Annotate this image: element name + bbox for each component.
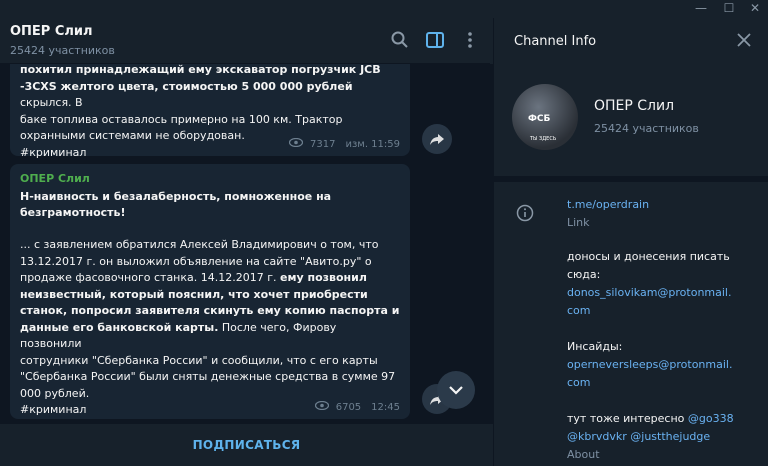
views-icon xyxy=(288,137,306,150)
message-text: ... с заявлением обратился Алексей Влади… xyxy=(20,238,379,251)
share-button[interactable] xyxy=(422,124,452,154)
message-text-bold: ему позвонил xyxy=(280,271,367,284)
share-arrow-icon xyxy=(430,134,444,145)
channel-info-panel: Channel Info ФСБ ТЫ ЗДЕСЬ ОПЕР Слил 2542… xyxy=(493,18,768,466)
maximize-button[interactable]: ☐ xyxy=(718,0,740,18)
message-author[interactable]: ОПЕР Слил xyxy=(20,172,400,185)
description-text: Инсайды: xyxy=(567,340,623,353)
about-label: About xyxy=(567,448,600,461)
view-count: 7317 xyxy=(310,139,336,150)
divider xyxy=(494,176,768,182)
info-icon xyxy=(516,204,534,222)
message-text: станок, попросил заявителя скинуть ему к… xyxy=(20,304,400,317)
search-icon[interactable] xyxy=(390,30,410,50)
message-meta: 6705 12:45 xyxy=(314,400,400,413)
avatar-caption: ТЫ ЗДЕСЬ xyxy=(530,136,557,142)
message-text: данные его банковской карты. После чего,… xyxy=(20,320,400,353)
channel-link[interactable]: t.me/operdrain xyxy=(567,196,762,214)
panel-title: Channel Info xyxy=(514,34,597,49)
sidebar-toggle-icon[interactable] xyxy=(425,30,445,50)
email-link[interactable]: donos_silovikam@protonmail. xyxy=(567,284,762,302)
channel-description: доносы и донесения писать сюда: donos_si… xyxy=(567,248,762,464)
message-headline: Н-наивность и безалаберность, помноженно… xyxy=(20,189,400,221)
chat-title[interactable]: ОПЕР Слил xyxy=(10,24,93,39)
message-text-regular: продаже фасовочного станка. 14.12.2017 г… xyxy=(20,271,281,284)
message-text: 000 рублей. xyxy=(20,386,90,400)
message-time: изм. 11:59 xyxy=(345,139,400,150)
close-window-button[interactable]: ✕ xyxy=(744,0,766,18)
description-text: тут тоже интересно xyxy=(567,412,688,425)
views-icon xyxy=(314,400,332,413)
more-menu-icon[interactable] xyxy=(460,30,480,50)
subscribe-button[interactable]: ПОДПИСАТЬСЯ xyxy=(0,424,493,466)
message-bubble[interactable]: похитил принадлежащий ему экскаватор пог… xyxy=(10,64,410,159)
chat-member-count: 25424 участников xyxy=(10,44,115,57)
minimize-button[interactable]: — xyxy=(690,0,712,18)
description-line: тут тоже интересно @go338 xyxy=(567,410,762,428)
channel-link-section: t.me/operdrain Link xyxy=(567,196,762,232)
message-text: сотрудники "Сбербанка России" и сообщили… xyxy=(20,353,378,367)
message-list[interactable]: похитил принадлежащий ему экскаватор пог… xyxy=(0,64,493,424)
message-text-bold: данные его банковской карты. xyxy=(20,320,219,334)
email-link[interactable]: operneversleeps@protonmail. xyxy=(567,356,762,374)
link-label: Link xyxy=(567,216,590,229)
channel-avatar[interactable]: ФСБ ТЫ ЗДЕСЬ xyxy=(512,84,578,150)
description-text: сюда: xyxy=(567,268,601,281)
handle-link[interactable]: @kbrvdvkr xyxy=(567,430,627,443)
headline-line: Н-наивность и безалаберность, помноженно… xyxy=(20,190,332,203)
handle-link[interactable]: @go338 xyxy=(688,412,734,425)
description-line: @kbrvdvkr @justthejudge xyxy=(567,428,762,446)
scroll-to-bottom-button[interactable] xyxy=(437,371,475,409)
email-link[interactable]: com xyxy=(567,302,762,320)
message-time: 12:45 xyxy=(371,402,400,413)
avatar-text: ФСБ xyxy=(528,114,551,124)
message-text-regular: скрылся. В xyxy=(20,96,83,109)
channel-member-count: 25424 участников xyxy=(594,122,699,135)
description-text: доносы и донесения писать xyxy=(567,250,730,263)
window-titlebar: — ☐ ✕ xyxy=(0,0,768,18)
message-meta: 7317 изм. 11:59 xyxy=(288,137,400,150)
close-icon[interactable] xyxy=(736,32,752,48)
message-bubble[interactable]: ОПЕР Слил Н-наивность и безалаберность, … xyxy=(10,164,410,419)
message-text: -3CXS желтого цвета, стоимостью 5 000 00… xyxy=(20,79,400,112)
email-link[interactable]: com xyxy=(567,374,762,392)
message-text: продаже фасовочного станка. 14.12.2017 г… xyxy=(20,270,400,287)
headline-line: безграмотность! xyxy=(20,206,126,219)
chevron-down-icon xyxy=(449,386,463,395)
chat-header: ОПЕР Слил 25424 участников xyxy=(0,18,490,64)
view-count: 6705 xyxy=(335,402,362,413)
channel-name: ОПЕР Слил xyxy=(594,98,675,114)
handle-link[interactable]: @justthejudge xyxy=(630,430,710,443)
message-text: 13.12.2017 г. он выложил объявление на с… xyxy=(20,254,372,268)
message-text: "Сбербанка России" были сняты денежные с… xyxy=(20,370,396,383)
message-text: похитил принадлежащий ему экскаватор пог… xyxy=(20,64,381,76)
message-text: баке топлива оставалось примерно на 100 … xyxy=(20,112,343,126)
message-text-bold: -3CXS желтого цвета, стоимостью 5 000 00… xyxy=(20,79,353,93)
message-text: неизвестный, который пояснил, что хочет … xyxy=(20,287,368,301)
